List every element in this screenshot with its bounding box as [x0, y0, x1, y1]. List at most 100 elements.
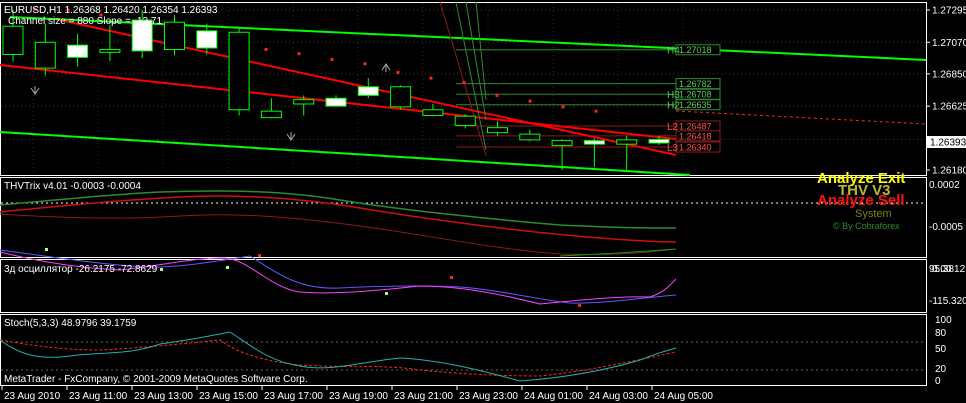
stoch-signal-line: [0, 339, 677, 377]
price-tick-label: 1.27295: [932, 6, 966, 17]
thv-axis-top: 0.0002: [929, 180, 960, 191]
level-price-text: 1.26782: [679, 79, 712, 89]
stoch-axis-100: 100: [935, 315, 952, 326]
symbol-header: EURUSD,H1 1.26368 1.26420 1.26354 1.2639…: [4, 5, 218, 16]
level-price-text: 1.26418: [679, 131, 712, 141]
oscillator-dot: [450, 276, 453, 279]
stoch-axis-50: 50: [935, 344, 947, 355]
stoch-panel-title: Stoch(5,3,3) 48.9796 39.1759: [4, 318, 137, 329]
candle-body: [34, 41, 56, 69]
thv-rising-segment: [559, 248, 677, 257]
candle-body: [2, 25, 24, 55]
time-tick-label: 24 Aug 05:00: [654, 391, 713, 402]
oscillator-dot: [226, 266, 229, 269]
fan-line-1: [455, 1, 487, 151]
candle-body: [293, 99, 315, 105]
time-tick-label: 23 Aug 13:00: [134, 391, 193, 402]
pivot-dot: [330, 58, 334, 62]
stoch-axis-0: 0: [935, 376, 941, 387]
pivot-dot: [594, 109, 598, 113]
osc-panel-title: 3д осциллятор -26.2175 -72.8629: [4, 264, 158, 275]
channel-lower-line: [0, 131, 691, 176]
candle-body: [67, 44, 89, 58]
price-axis: 1.27295 1.27070 1.26850 1.26625 1.26180: [926, 6, 966, 177]
credit-label: © By Cobraforex: [833, 221, 900, 231]
time-tick-label: 23 Aug 11:00: [69, 391, 128, 402]
level-tag: L3: [667, 143, 679, 154]
fractal-down-arrow-icon: [286, 132, 296, 141]
level-tag: H4: [667, 46, 680, 57]
candle-body: [487, 127, 508, 134]
copyright-footer: MetaTrader - FxCompany, © 2001-2009 Meta…: [4, 374, 308, 385]
oscillator-dot: [160, 268, 163, 271]
level-price-text: 1.27018: [679, 45, 712, 55]
candle-body: [228, 31, 250, 111]
pivot-dot: [561, 105, 565, 109]
candle-body: [357, 86, 379, 96]
time-tick-label: 23 Aug 19:00: [329, 391, 388, 402]
time-tick-label: 23 Aug 15:00: [199, 391, 258, 402]
candle-body: [454, 115, 476, 127]
oscillator-dot: [385, 292, 388, 295]
level-tag: H2: [667, 101, 680, 112]
osc-axis-mid: 0.00: [932, 264, 952, 275]
fractal-up-arrow-icon: [381, 63, 391, 72]
level-price-labels: 1.27018H41.267821.26708H31.26635H21.2648…: [667, 44, 721, 154]
candle-body: [519, 133, 541, 141]
candle-body: [99, 48, 121, 53]
analyze-sell-label: Analyze Sell: [817, 192, 905, 209]
pivot-dot: [363, 62, 367, 66]
level-price-text: 1.26340: [679, 143, 712, 153]
time-tick-label: 23 Aug 21:00: [394, 391, 453, 402]
time-tick-label: 23 Aug 23:00: [459, 391, 518, 402]
candle-body: [616, 139, 638, 145]
level-price-text: 1.26487: [679, 121, 712, 131]
system-label: System: [855, 208, 892, 220]
osc-axis-bottom: -115.3201: [929, 296, 966, 307]
time-tick-label: 24 Aug 03:00: [589, 391, 648, 402]
thv-trix-line: [0, 190, 677, 229]
pivot-dot: [297, 52, 301, 56]
pivot-dot: [495, 93, 499, 97]
time-tick-label: 24 Aug 01:00: [524, 391, 583, 402]
thv-panel-title: THVTrix v4.01 -0.0003 -0.0004: [4, 181, 141, 192]
stoch-axis-20: 20: [935, 364, 947, 375]
pivot-dot: [396, 70, 400, 74]
ea-overlay: Analyze Exit THV V3 Analyze Sell System …: [817, 170, 905, 231]
stoch-axis-80: 80: [935, 328, 947, 339]
candle-body: [551, 140, 573, 147]
channel-info: Channel size = 880 Slope = -12.71: [8, 16, 162, 27]
candle-body: [260, 110, 282, 119]
fractal-down-arrow-icon: [30, 86, 40, 95]
pivot-dot: [528, 99, 532, 103]
price-tick-label: 1.27070: [932, 38, 966, 49]
price-tick-label: 1.26625: [932, 102, 966, 113]
candle-body: [196, 30, 218, 49]
trading-chart[interactable]: 1.27018H41.267821.26708H31.26635H21.2648…: [0, 0, 966, 403]
pivot-dot: [462, 80, 466, 84]
oscillator-indicator: [0, 248, 677, 307]
pivot-dot: [429, 76, 433, 80]
pivot-dot: [264, 47, 268, 51]
panel-frames: [0, 2, 927, 386]
oscillator-dot: [578, 304, 581, 307]
thv-indicator: [0, 190, 926, 257]
time-tick-label: 23 Aug 2010: [4, 391, 61, 402]
candle-body: [422, 109, 444, 116]
price-tick-label: 1.26850: [932, 69, 966, 80]
time-tick-label: 23 Aug 17:00: [264, 391, 323, 402]
candle-body: [648, 138, 670, 144]
candle-body: [325, 97, 347, 107]
current-price: 1.26393: [930, 138, 966, 149]
oscillator-dot: [258, 254, 261, 257]
time-axis: 23 Aug 2010 23 Aug 11:00 23 Aug 13:00 23 Au…: [1, 386, 713, 402]
fan-line-3: [475, 1, 487, 101]
oscillator-dot: [45, 248, 48, 251]
candle-body: [390, 86, 412, 108]
candle-body: [164, 21, 185, 50]
thv-lower-line: [0, 213, 677, 256]
current-price-box: 1.26393: [927, 136, 966, 149]
price-tick-label: 1.26180: [932, 166, 966, 177]
level-price-text: 1.26635: [679, 100, 712, 110]
thv-axis-bottom: -0.0005: [929, 222, 963, 233]
